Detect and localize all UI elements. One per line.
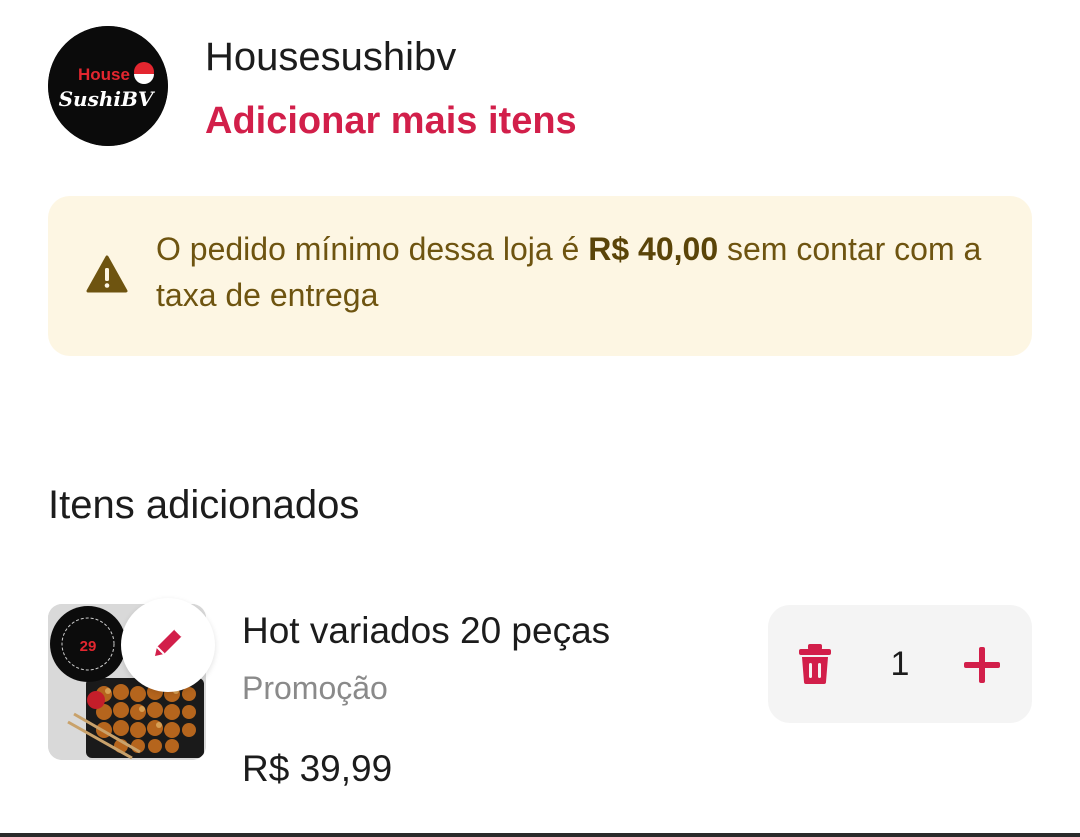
bottom-divider [0,833,1080,837]
svg-text:House: House [78,65,130,84]
edit-item-button[interactable] [121,598,215,692]
minimum-order-banner: O pedido mínimo dessa loja é R$ 40,00 se… [48,196,1032,356]
increase-quantity-button[interactable] [960,643,1004,687]
banner-text-before: O pedido mínimo dessa loja é [156,231,589,267]
plus-icon [960,647,1004,691]
minimum-order-message: O pedido mínimo dessa loja é R$ 40,00 se… [156,226,1016,318]
item-name: Hot variados 20 peças [242,610,611,651]
store-logo: House SushiBV [48,26,168,146]
warning-icon [86,254,128,299]
store-name: Housesushibv [205,35,457,79]
section-title: Itens adicionados [48,483,360,527]
cart-page: House SushiBV Housesushibv Adicionar mai… [0,0,1080,837]
svg-text:SushiBV: SushiBV [59,87,156,111]
item-price: R$ 39,99 [242,748,393,789]
quantity-stepper: 1 [768,605,1032,723]
quantity-value: 1 [890,645,910,683]
minimum-order-amount: R$ 40,00 [588,231,719,267]
pencil-icon [146,621,190,670]
item-subtitle: Promoção [242,670,388,706]
remove-item-button[interactable] [794,640,836,688]
svg-text:29: 29 [80,638,97,655]
trash-icon [794,644,836,692]
add-more-items-link[interactable]: Adicionar mais itens [205,98,577,144]
